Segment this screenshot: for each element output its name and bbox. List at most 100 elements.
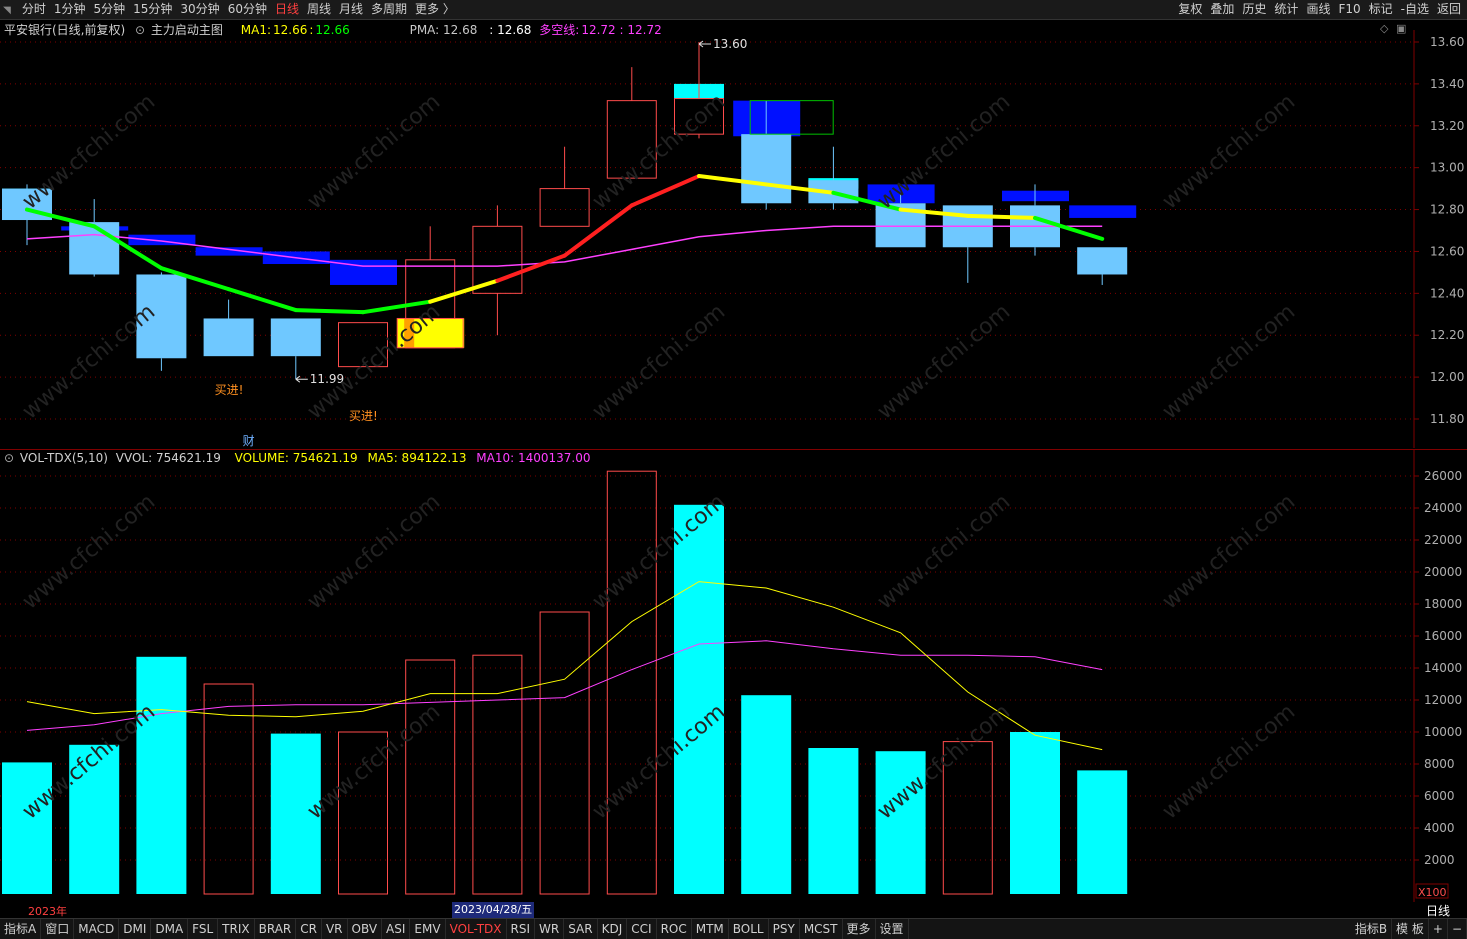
vol-tick-label: 6000	[1424, 789, 1455, 803]
watermark: www.cfchi.com	[1158, 89, 1300, 214]
dk-block	[1069, 205, 1137, 218]
tab-15[interactable]: WR	[535, 919, 565, 939]
period-3[interactable]: 15分钟	[129, 0, 176, 19]
watermark: www.cfchi.com	[588, 299, 730, 424]
volume-bar	[606, 470, 657, 895]
pma-line	[26, 225, 1103, 267]
volume-bar	[674, 504, 724, 894]
tab-20[interactable]: MTM	[692, 919, 729, 939]
vol-tick-label: 22000	[1424, 533, 1462, 547]
watermark: www.cfchi.com	[873, 89, 1015, 214]
watermark: www.cfchi.com	[303, 489, 445, 614]
period-toolbar: ◥ 分时 1分钟 5分钟 15分钟 30分钟 60分钟 日线 周线 月线 多周期 更多 〉 复权 叠加…	[0, 0, 1467, 20]
toolbar-right-0[interactable]: 复权	[1174, 0, 1206, 19]
price-tick-label: 13.20	[1430, 119, 1464, 133]
vol-tick-label: 18000	[1424, 597, 1462, 611]
toolbar-right-5[interactable]: F10	[1334, 0, 1364, 19]
period-9[interactable]: 多周期	[367, 0, 411, 19]
tab-16[interactable]: SAR	[564, 919, 598, 939]
toolbar-right-1[interactable]: 叠加	[1206, 0, 1238, 19]
menu-corner-icon[interactable]: ◥	[0, 1, 14, 20]
price-tick-label: 11.80	[1430, 412, 1464, 426]
watermark: www.cfchi.com	[1158, 489, 1300, 614]
volume-bar	[136, 656, 187, 894]
tab-7[interactable]: BRAR	[255, 919, 297, 939]
price-tick-label: 12.60	[1430, 244, 1464, 258]
period-1[interactable]: 1分钟	[50, 0, 90, 19]
tab-4[interactable]: DMA	[151, 919, 189, 939]
watermark: www.cfchi.com	[303, 89, 445, 214]
tab-right-1[interactable]: 模 板	[1392, 919, 1429, 939]
watermark: www.cfchi.com	[303, 699, 445, 824]
tab-11[interactable]: ASI	[382, 919, 411, 939]
tab-10[interactable]: OBV	[348, 919, 383, 939]
toolbar-right-2[interactable]: 历史	[1238, 0, 1270, 19]
watermark: www.cfchi.com	[18, 299, 160, 424]
price-tick-label: 13.40	[1430, 77, 1464, 91]
tab-8[interactable]: CR	[296, 919, 322, 939]
watermark: www.cfchi.com	[1158, 699, 1300, 824]
price-tick-label: 12.00	[1430, 370, 1464, 384]
cursor-date: 2023/04/28/五	[452, 902, 535, 918]
period-7[interactable]: 周线	[303, 0, 335, 19]
year-label: 2023年	[28, 905, 67, 918]
tab-13[interactable]: VOL-TDX	[446, 919, 507, 939]
vol-tick-label: 2000	[1424, 853, 1455, 867]
date-bar: 2023年 2023/04/28/五 日线	[0, 902, 1467, 918]
ma1-segment	[495, 253, 567, 283]
tab-23[interactable]: MCST	[800, 919, 843, 939]
watermark: www.cfchi.com	[873, 299, 1015, 424]
tab-6[interactable]: TRIX	[218, 919, 255, 939]
toolbar-right-6[interactable]: 标记	[1365, 0, 1397, 19]
tab-2[interactable]: MACD	[74, 919, 120, 939]
period-0[interactable]: 分时	[18, 0, 50, 19]
volume-chart[interactable]: 26000 24000 22000 20000 18000 16000 14000 12000…	[0, 450, 1467, 902]
period-10[interactable]: 更多 〉	[411, 0, 459, 19]
toolbar-right-4[interactable]: 画线	[1302, 0, 1334, 19]
tab-17[interactable]: KDJ	[598, 919, 628, 939]
vol-tick-label: 16000	[1424, 629, 1462, 643]
period-8[interactable]: 月线	[335, 0, 367, 19]
tab-12[interactable]: EMV	[410, 919, 446, 939]
watermark: www.cfchi.com	[303, 299, 445, 424]
tab-right-3[interactable]: −	[1448, 919, 1467, 939]
price-tick-label: 12.80	[1430, 203, 1464, 217]
vol-tick-label: 10000	[1424, 725, 1462, 739]
tab-21[interactable]: BOLL	[729, 919, 769, 939]
period-6[interactable]: 日线	[271, 0, 303, 19]
tab-25[interactable]: 设置	[876, 919, 909, 939]
price-chart[interactable]: 13.60 13.40 13.20 13.00 12.80 12.60 12.40 12.20…	[0, 30, 1467, 448]
period-5[interactable]: 60分钟	[224, 0, 271, 19]
toolbar-right-8[interactable]: 返回	[1433, 0, 1465, 19]
period-2[interactable]: 5分钟	[89, 0, 129, 19]
tab-18[interactable]: CCI	[627, 919, 657, 939]
ma1-segment	[428, 278, 500, 304]
tab-1[interactable]: 窗口	[41, 919, 75, 939]
volume-bar	[1010, 732, 1060, 894]
tab-14[interactable]: RSI	[507, 919, 536, 939]
vol-unit-label: X100	[1418, 886, 1447, 899]
vol-tick-label: 26000	[1424, 469, 1462, 483]
candle-body	[203, 318, 254, 357]
vol-tick-label: 20000	[1424, 565, 1462, 579]
price-tick-label: 12.20	[1430, 328, 1464, 342]
price-tick-label: 12.40	[1430, 286, 1464, 300]
watermark: www.cfchi.com	[18, 489, 160, 614]
tab-24[interactable]: 更多	[843, 919, 876, 939]
period-4[interactable]: 30分钟	[176, 0, 223, 19]
tab-right-2[interactable]: +	[1429, 919, 1448, 939]
vol-ma10-line	[26, 640, 1103, 731]
toolbar-right-7[interactable]: -自选	[1397, 0, 1433, 19]
tab-right-0[interactable]: 指标B	[1351, 919, 1393, 939]
tab-5[interactable]: FSL	[188, 919, 219, 939]
tab-9[interactable]: VR	[322, 919, 348, 939]
volume-bar	[472, 654, 523, 895]
tab-0[interactable]: 指标A	[0, 919, 42, 939]
vol-tick-label: 4000	[1424, 821, 1455, 835]
toolbar-right-3[interactable]: 统计	[1270, 0, 1302, 19]
tab-19[interactable]: ROC	[657, 919, 692, 939]
ma1-segment	[562, 203, 634, 258]
volume-bar	[741, 695, 792, 894]
tab-22[interactable]: PSY	[769, 919, 800, 939]
tab-3[interactable]: DMI	[119, 919, 152, 939]
